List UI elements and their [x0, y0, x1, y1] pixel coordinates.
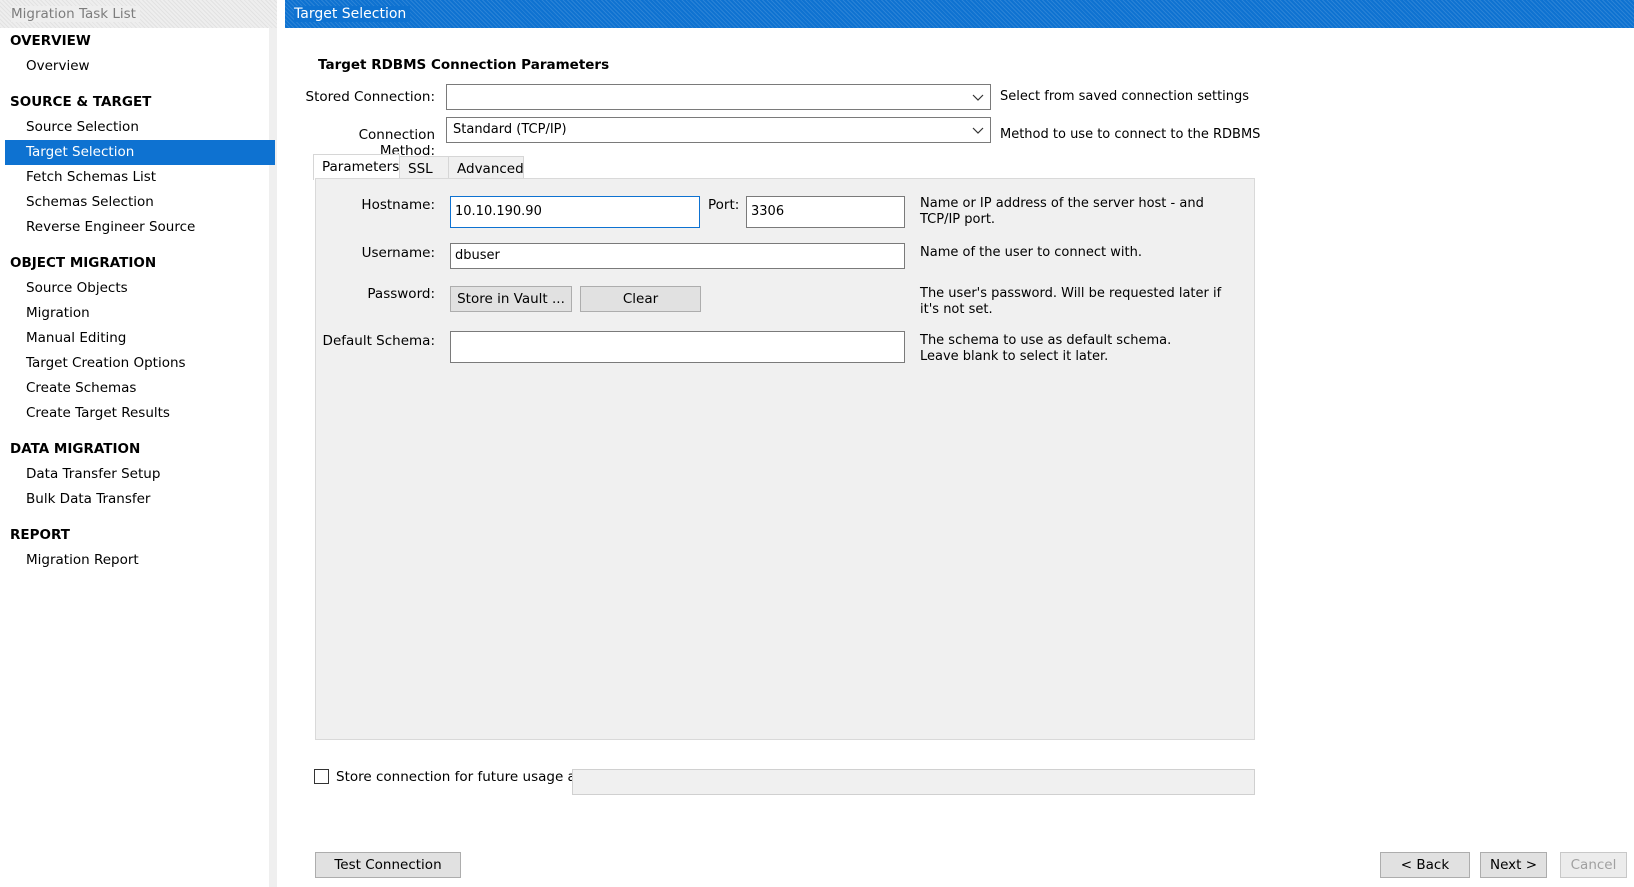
clear-password-button[interactable]: Clear — [580, 286, 701, 312]
default-schema-label: Default Schema: — [322, 333, 435, 349]
nav-item-target-selection[interactable]: Target Selection — [5, 140, 275, 165]
migration-task-list: Migration Task List OVERVIEW Overview SO… — [0, 0, 277, 887]
store-in-vault-button[interactable]: Store in Vault ... — [450, 286, 572, 312]
username-description: Name of the user to connect with. — [920, 245, 1142, 260]
nav-item-create-schemas[interactable]: Create Schemas — [5, 376, 275, 401]
nav-item-reverse-engineer-source[interactable]: Reverse Engineer Source — [5, 215, 275, 240]
connection-method-dropdown[interactable]: Standard (TCP/IP) — [446, 117, 991, 143]
hostname-description: Name or IP address of the server host - … — [920, 196, 1204, 227]
section-overview: OVERVIEW — [10, 33, 91, 49]
test-connection-button[interactable]: Test Connection — [315, 852, 461, 878]
stored-connection-description: Select from saved connection settings — [1000, 89, 1250, 104]
nav-item-bulk-data-transfer[interactable]: Bulk Data Transfer — [5, 487, 275, 512]
next-button[interactable]: Next > — [1480, 852, 1547, 878]
connection-method-value: Standard (TCP/IP) — [453, 122, 567, 137]
section-object-migration: OBJECT MIGRATION — [10, 255, 157, 271]
nav-item-source-selection[interactable]: Source Selection — [5, 115, 275, 140]
section-source-target: SOURCE & TARGET — [10, 94, 152, 110]
nav-item-manual-editing[interactable]: Manual Editing — [5, 326, 275, 351]
nav-item-target-creation-options[interactable]: Target Creation Options — [5, 351, 275, 376]
stored-connection-dropdown[interactable] — [446, 84, 991, 110]
chevron-down-icon — [972, 94, 984, 101]
stored-connection-label: Stored Connection: — [305, 89, 435, 105]
username-input[interactable]: dbuser — [450, 243, 905, 269]
sidebar-title: Migration Task List — [0, 0, 277, 28]
form-heading: Target RDBMS Connection Parameters — [318, 57, 610, 73]
store-connection-label: Store connection for future usage as — [336, 769, 583, 785]
page-title-bar: Target Selection — [285, 0, 1634, 28]
nav-item-migration-report[interactable]: Migration Report — [5, 548, 275, 573]
username-label: Username: — [361, 245, 435, 261]
back-button[interactable]: < Back — [1380, 852, 1470, 878]
default-schema-description: The schema to use as default schema. Lea… — [920, 333, 1172, 364]
tab-ssl[interactable]: SSL — [399, 156, 449, 180]
section-report: REPORT — [10, 527, 70, 543]
nav-item-schemas-selection[interactable]: Schemas Selection — [5, 190, 275, 215]
nav-item-fetch-schemas-list[interactable]: Fetch Schemas List — [5, 165, 275, 190]
cancel-button[interactable]: Cancel — [1560, 852, 1627, 878]
hostname-label: Hostname: — [361, 197, 435, 213]
tab-advanced[interactable]: Advanced — [448, 156, 524, 180]
chevron-down-icon — [972, 127, 984, 134]
default-schema-input[interactable] — [450, 331, 905, 363]
store-connection-name-input[interactable] — [572, 769, 1255, 795]
connection-method-description: Method to use to connect to the RDBMS — [1000, 127, 1261, 142]
section-data-migration: DATA MIGRATION — [10, 441, 141, 457]
password-label: Password: — [367, 286, 435, 302]
port-input[interactable]: 3306 — [746, 196, 905, 228]
port-label: Port: — [708, 197, 740, 213]
nav-item-source-objects[interactable]: Source Objects — [5, 276, 275, 301]
nav-item-overview[interactable]: Overview — [5, 54, 275, 79]
password-description: The user's password. Will be requested l… — [920, 286, 1222, 317]
store-connection-checkbox[interactable] — [314, 769, 329, 784]
nav-item-create-target-results[interactable]: Create Target Results — [5, 401, 275, 426]
nav-item-data-transfer-setup[interactable]: Data Transfer Setup — [5, 462, 275, 487]
hostname-input[interactable]: 10.10.190.90 — [450, 196, 700, 228]
tab-parameters[interactable]: Parameters — [313, 154, 400, 180]
nav-item-migration[interactable]: Migration — [5, 301, 275, 326]
